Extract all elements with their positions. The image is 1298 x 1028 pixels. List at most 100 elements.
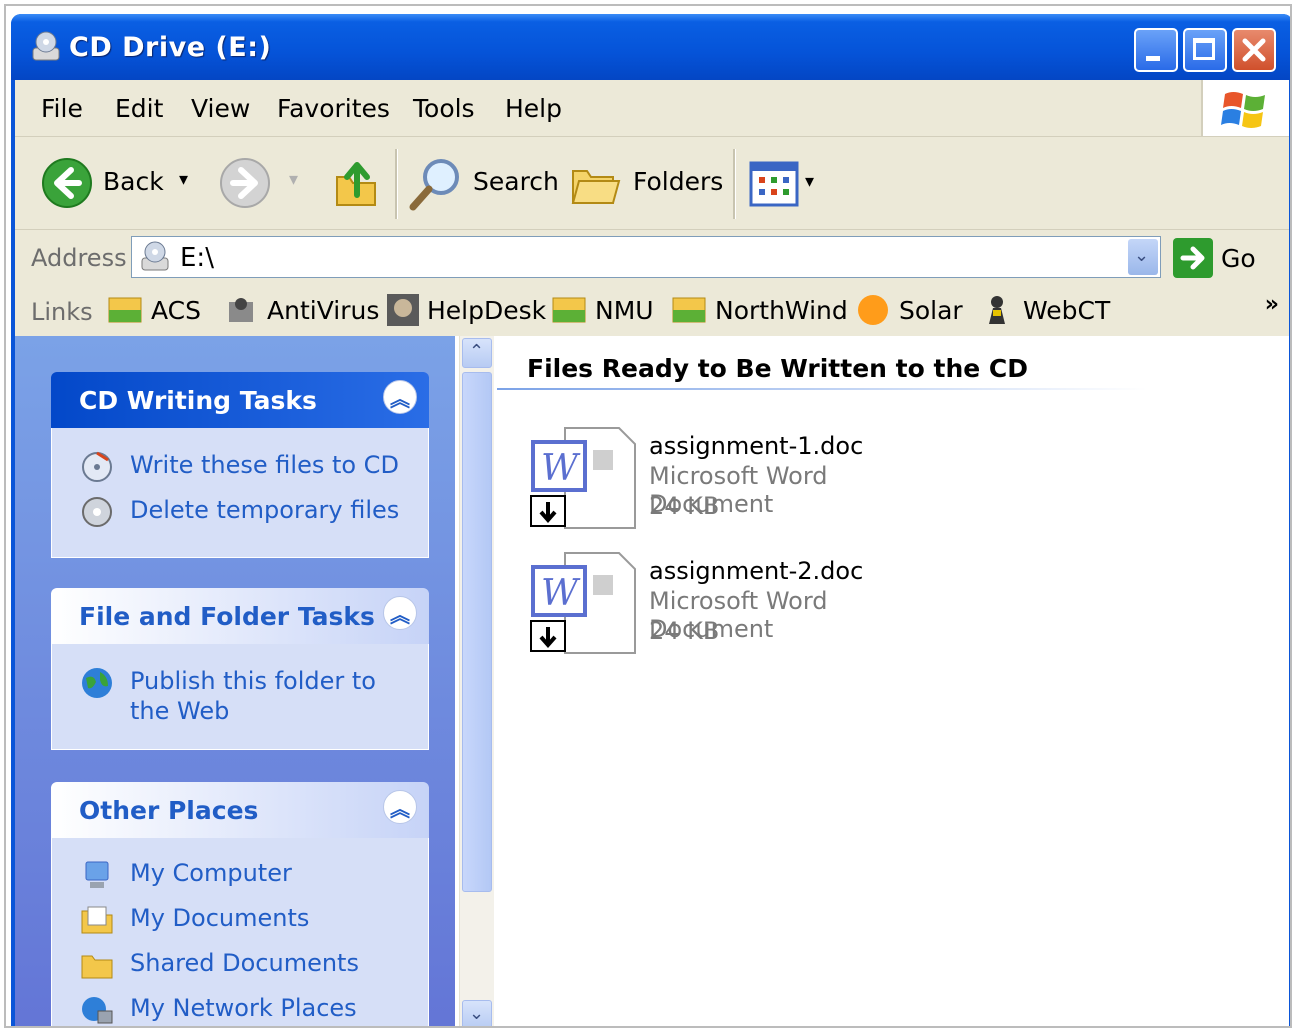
close-button[interactable] [1232,28,1276,72]
cd-drive-icon [141,241,169,271]
link-label: AntiVirus [267,296,380,325]
link-label: HelpDesk [427,296,547,325]
link-northwind[interactable]: NorthWind [671,286,848,336]
word-document-icon: W [530,552,636,654]
views-button[interactable]: ▾ [749,161,829,209]
title-bar[interactable]: CD Drive (E:) [11,14,1290,80]
helpdesk-icon [387,294,419,326]
menu-tools[interactable]: Tools [413,94,475,123]
link-solar[interactable]: Solar [855,286,965,336]
link-label: NMU [595,296,654,325]
back-dropdown-icon[interactable]: ▾ [179,169,188,190]
panel-title: Other Places [79,796,259,825]
task-label: My Network Places [130,994,357,1022]
folders-label: Folders [633,167,724,196]
maximize-button[interactable] [1183,28,1227,72]
maximize-icon [1193,38,1215,60]
scroll-thumb[interactable] [462,372,492,892]
svg-text:W: W [541,573,581,614]
address-value: E:\ [180,243,214,273]
link-page-icon [108,297,142,323]
toolbar-separator [733,149,736,219]
cd-writing-tasks-header[interactable]: CD Writing Tasks ︽ [51,372,429,428]
back-button[interactable]: Back ▾ [41,153,201,213]
menu-view[interactable]: View [191,94,250,123]
views-dropdown-icon: ▾ [805,171,815,192]
chevron-up-icon: ⌃ [469,341,485,362]
task-pane: CD Writing Tasks ︽ Write these files to … [15,336,455,1026]
search-icon [409,159,459,211]
toolbar-separator [395,149,398,219]
task-label: Delete temporary files [130,496,400,524]
cd-write-icon [82,451,112,482]
link-antivirus[interactable]: AntiVirus [223,286,379,336]
file-size: 24 KB [649,617,720,645]
forward-arrow-icon [220,158,270,208]
menu-favorites[interactable]: Favorites [277,94,390,123]
panel-title: CD Writing Tasks [79,386,317,415]
forward-dropdown-icon[interactable]: ▾ [289,169,298,190]
cd-drive-icon [32,31,60,61]
minimize-button[interactable] [1134,28,1178,72]
chevron-up-icon: ︽ [390,387,410,411]
file-name: assignment-1.doc [649,432,864,460]
task-label: My Documents [130,904,310,932]
go-arrow-icon[interactable] [1173,238,1213,278]
scroll-up-button[interactable]: ⌃ [462,338,492,368]
file-folder-tasks-header[interactable]: File and Folder Tasks ︽ [51,588,429,644]
go-button[interactable]: Go [1221,244,1256,273]
other-places-header[interactable]: Other Places ︽ [51,782,429,838]
other-places-panel: Other Places ︽ My Computer My Documents … [51,782,429,1026]
back-arrow-icon [42,158,92,208]
folders-button[interactable]: Folders [569,153,723,213]
group-divider [497,388,1147,390]
windows-flag-icon [1221,92,1265,128]
up-folder-button[interactable] [331,155,381,211]
forward-button[interactable]: ▾ [219,157,309,213]
up-folder-icon [336,162,376,206]
address-input[interactable]: E:\ ⌄ [131,236,1161,278]
svg-text:W: W [541,448,581,489]
menu-help[interactable]: Help [505,94,562,123]
file-size: 24 KB [649,492,720,520]
file-item[interactable]: W assignment-2.doc Microsoft Word Docume… [529,549,949,659]
task-label: My Computer [130,859,292,887]
menu-edit[interactable]: Edit [115,94,163,123]
collapse-button[interactable]: ︽ [383,790,417,824]
link-nmu[interactable]: NMU [551,286,661,336]
link-label: ACS [151,296,201,325]
windows-logo [1201,80,1289,136]
file-name: assignment-2.doc [649,557,864,585]
links-overflow-button[interactable]: » [1265,292,1279,317]
network-places-icon [82,997,113,1024]
file-folder-tasks-body: Publish this folder to the Web [51,644,429,750]
search-label: Search [473,167,559,196]
links-bar: Links ACS AntiVirus HelpDesk NMU NorthWi… [15,286,1289,336]
webct-icon [989,296,1005,324]
link-acs[interactable]: ACS [107,286,207,336]
link-helpdesk[interactable]: HelpDesk [385,286,546,336]
computer-icon [85,861,109,888]
address-bar: Address E:\ ⌄ Go [15,230,1289,287]
window-title: CD Drive (E:) [69,32,272,63]
link-webct[interactable]: WebCT [979,286,1110,336]
link-page-icon [552,297,586,323]
collapse-button[interactable]: ︽ [383,380,417,414]
task-pane-scrollbar[interactable]: ⌃ ⌄ [459,336,494,1026]
back-label: Back [103,167,164,196]
folder-icon [81,955,113,979]
minimize-icon [1146,56,1160,61]
task-label: Shared Documents [130,949,359,977]
panel-title: File and Folder Tasks [79,602,375,631]
file-item[interactable]: W assignment-1.doc Microsoft Word Docume… [529,424,949,534]
task-label: Write these files to CD [130,451,399,479]
antivirus-icon [229,298,253,322]
menu-file[interactable]: File [41,94,83,123]
globe-icon [82,668,112,698]
collapse-button[interactable]: ︽ [383,596,417,630]
sun-icon [858,295,888,325]
standard-toolbar: Back ▾ ▾ Search Folders ▾ [15,137,1289,230]
scroll-down-button[interactable]: ⌄ [462,1000,492,1026]
search-button[interactable]: Search [407,153,559,213]
address-dropdown-button[interactable]: ⌄ [1128,239,1158,275]
